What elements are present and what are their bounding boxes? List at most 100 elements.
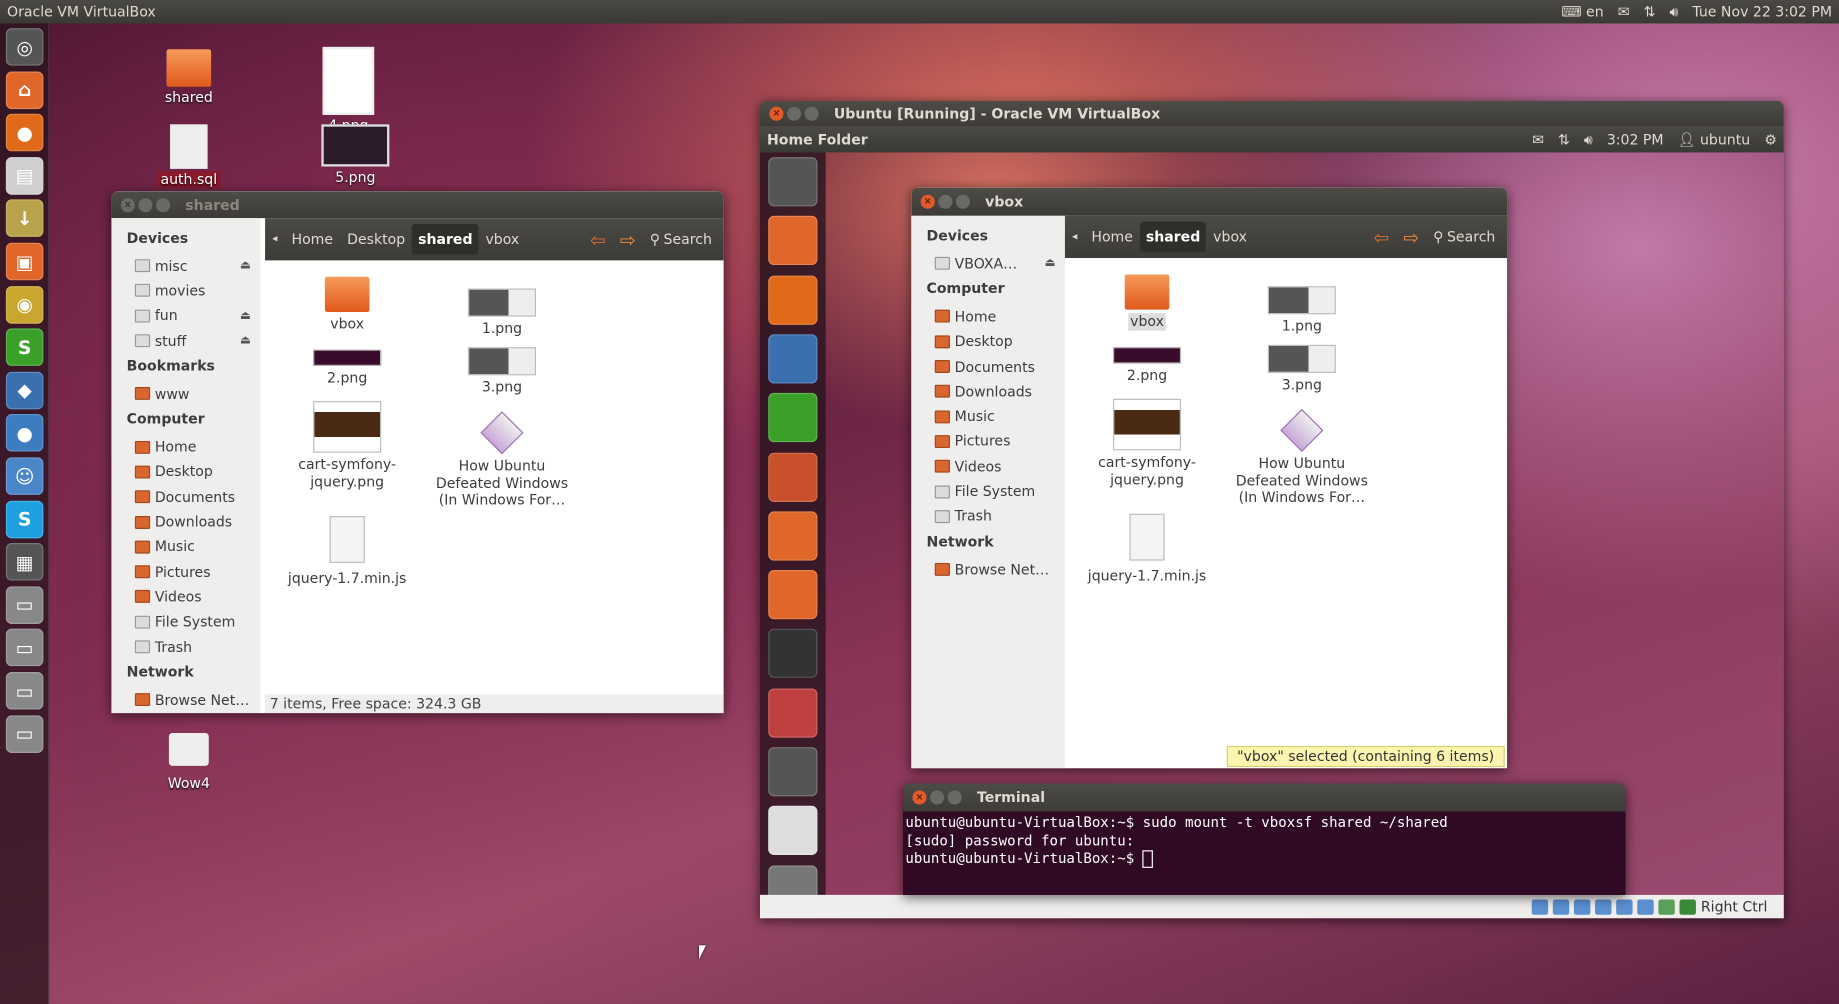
back-button[interactable]: ⇦: [583, 223, 613, 255]
breadcrumb-vbox[interactable]: vbox: [1206, 224, 1254, 250]
mouse-integration-icon[interactable]: [1658, 898, 1676, 915]
file-item-jquery-1-7-min-js[interactable]: jquery-1.7.min.js: [277, 516, 418, 587]
sidebar-item-videos[interactable]: Videos: [911, 454, 1065, 479]
home-folder-icon[interactable]: [768, 216, 818, 266]
minimize-button[interactable]: [930, 790, 945, 805]
maximize-button[interactable]: [804, 106, 819, 121]
terminal-output[interactable]: ubuntu@ubuntu-VirtualBox:~$ sudo mount -…: [903, 811, 1626, 895]
eject-icon[interactable]: ⏏: [1044, 257, 1055, 270]
writer-icon[interactable]: [768, 334, 818, 384]
drive-icon-4[interactable]: ▭: [5, 714, 44, 753]
software-center-icon[interactable]: ▣: [5, 242, 44, 281]
file-item-1-png[interactable]: 1.png: [1231, 286, 1372, 335]
network-adapter-icon[interactable]: [1616, 898, 1633, 915]
sidebar-item-videos[interactable]: Videos: [111, 584, 260, 609]
maximize-button[interactable]: [155, 197, 171, 212]
breadcrumb-home[interactable]: Home: [1084, 224, 1140, 250]
sidebar-item-documents[interactable]: Documents: [911, 354, 1065, 379]
eject-icon[interactable]: ⏏: [240, 259, 251, 272]
hard-disk-icon[interactable]: [1531, 898, 1549, 915]
breadcrumb-scroll-left[interactable]: ◂: [1065, 226, 1084, 247]
drive-icon-2[interactable]: ▭: [5, 629, 44, 667]
sidebar-item-home[interactable]: Home: [911, 304, 1065, 329]
back-button[interactable]: ⇦: [1367, 221, 1397, 253]
video-capture-icon[interactable]: [1637, 898, 1654, 915]
file-item-1-png[interactable]: 1.png: [432, 288, 573, 338]
sidebar-item-pictures[interactable]: Pictures: [111, 559, 260, 584]
sidebar-item-browse-net-[interactable]: Browse Net…: [911, 557, 1065, 582]
virtualbox-icon[interactable]: ◆: [5, 371, 44, 410]
sidebar-item-documents[interactable]: Documents: [111, 484, 260, 509]
file-item-cart-symfony-jquery-png[interactable]: cart-symfony-jquery.png: [277, 401, 418, 490]
usb-icon[interactable]: [1574, 898, 1591, 915]
volume-icon[interactable]: 🔊︎: [1669, 3, 1678, 21]
file-item-how-ubuntu-defeated-windows-in-windows-for-[interactable]: How Ubuntu Defeated Windows (In Windows …: [432, 410, 573, 508]
software-center-icon[interactable]: [768, 511, 818, 561]
minimize-button[interactable]: [938, 194, 953, 209]
dash-icon[interactable]: [768, 157, 818, 207]
sidebar-item-desktop[interactable]: Desktop: [911, 329, 1065, 354]
sidebar-item-vboxa-[interactable]: VBOXA… ⏏: [911, 251, 1065, 276]
drive-icon-1[interactable]: ▭: [5, 586, 44, 624]
cd-icon[interactable]: [768, 806, 818, 856]
scrivener-icon[interactable]: S: [5, 328, 44, 367]
forward-button[interactable]: ⇨: [613, 223, 643, 255]
minimize-button[interactable]: [786, 106, 802, 121]
shared-folders-icon[interactable]: [1595, 898, 1612, 915]
sidebar-item-music[interactable]: Music: [111, 534, 260, 559]
sidebar-item-trash[interactable]: Trash: [111, 634, 260, 659]
desktop-icon-4-png[interactable]: 4.png: [296, 46, 402, 134]
dash-icon[interactable]: ◎: [5, 28, 44, 66]
network-icon[interactable]: ⇅: [1644, 4, 1656, 20]
mail-icon[interactable]: ✉: [1532, 131, 1544, 149]
maximize-button[interactable]: [947, 790, 962, 805]
home-folder-icon[interactable]: ⌂: [5, 71, 44, 109]
breadcrumb-desktop[interactable]: Desktop: [340, 226, 412, 252]
eject-icon[interactable]: ⏏: [240, 309, 251, 322]
sidebar-item-www[interactable]: www: [111, 381, 260, 406]
impress-icon[interactable]: [768, 452, 818, 502]
network-icon[interactable]: ⇅: [1558, 131, 1570, 149]
sidebar-item-file-system[interactable]: File System: [911, 479, 1065, 504]
close-button[interactable]: ×: [120, 197, 135, 212]
text-editor-icon[interactable]: ▤: [5, 156, 44, 195]
mail-icon[interactable]: ✉: [1618, 4, 1630, 20]
optical-drive-icon[interactable]: [1553, 898, 1570, 915]
breadcrumb-shared[interactable]: shared: [412, 224, 479, 255]
sidebar-item-stuff[interactable]: stuff ⏏: [111, 328, 260, 353]
desktop-icon-shared[interactable]: shared: [136, 49, 242, 106]
chromium-icon[interactable]: ◉: [5, 285, 44, 324]
file-item-cart-symfony-jquery-png[interactable]: cart-symfony-jquery.png: [1077, 398, 1218, 488]
firefox-icon[interactable]: [768, 275, 818, 325]
user-menu[interactable]: 👤︎ ubuntu: [1678, 131, 1750, 149]
power-icon[interactable]: ⚙: [1764, 131, 1777, 149]
archive-icon[interactable]: ↓: [5, 199, 44, 238]
sidebar-item-downloads[interactable]: Downloads: [111, 509, 260, 534]
close-button[interactable]: ×: [912, 790, 927, 805]
sidebar-item-music[interactable]: Music: [911, 404, 1065, 429]
desktop-icon-5-png[interactable]: 5.png: [303, 124, 409, 185]
empathy-icon[interactable]: ☺: [5, 457, 44, 495]
sidebar-item-pictures[interactable]: Pictures: [911, 429, 1065, 454]
desktop-icon-Wow4[interactable]: Wow4: [136, 733, 242, 792]
desktop-icon-auth-sql[interactable]: auth.sql: [136, 124, 242, 188]
maximize-button[interactable]: [955, 194, 970, 209]
breadcrumb-home[interactable]: Home: [284, 226, 340, 252]
file-item-vbox[interactable]: vbox: [277, 276, 418, 333]
sidebar-item-home[interactable]: Home: [111, 435, 260, 460]
sidebar-item-desktop[interactable]: Desktop: [111, 459, 260, 484]
keyboard-icon[interactable]: ⌨ en: [1561, 4, 1603, 20]
terminal-icon[interactable]: [768, 629, 818, 679]
file-item-jquery-1-7-min-js[interactable]: jquery-1.7.min.js: [1077, 513, 1218, 585]
minimize-button[interactable]: [138, 197, 153, 212]
volume-icon[interactable]: 🔊︎: [1584, 131, 1593, 149]
file-item-3-png[interactable]: 3.png: [1231, 344, 1372, 394]
calc-icon[interactable]: [768, 393, 818, 443]
search-button[interactable]: ⚲ Search: [643, 226, 719, 252]
sidebar-item-fun[interactable]: fun ⏏: [111, 303, 260, 328]
pidgin-icon[interactable]: ●: [5, 414, 44, 452]
sidebar-item-movies[interactable]: movies: [111, 278, 260, 303]
skype-icon[interactable]: S: [5, 500, 44, 538]
file-item-2-png[interactable]: 2.png: [1077, 347, 1218, 384]
firefox-icon[interactable]: ●: [5, 113, 44, 152]
